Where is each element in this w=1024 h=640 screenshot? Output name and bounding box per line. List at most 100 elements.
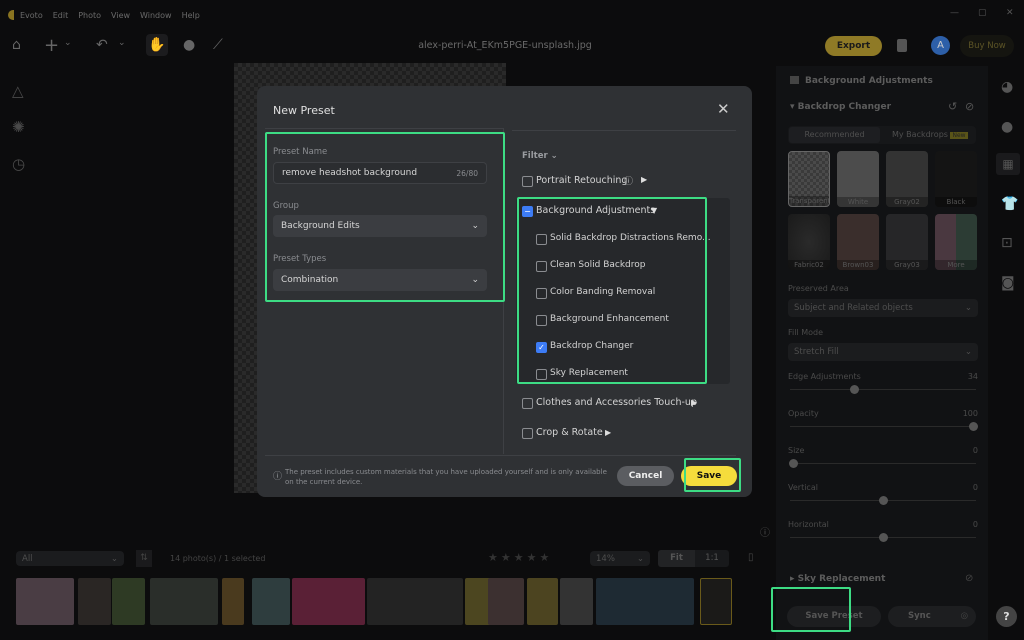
filter-dropdown[interactable]: Filter ⌄ — [522, 151, 558, 161]
background-icon[interactable]: ▦ — [996, 153, 1020, 175]
hand-tool-icon[interactable]: ✋ — [146, 34, 168, 56]
rating-stars[interactable]: ★★★★★ — [488, 551, 552, 564]
cancel-button[interactable]: Cancel — [617, 466, 674, 486]
evoto-logo-icon — [8, 10, 14, 20]
app-name: Evoto — [20, 10, 43, 20]
menu-help[interactable]: Help — [182, 11, 200, 20]
category-label[interactable]: Portrait Retouching — [536, 175, 627, 186]
zoom-select[interactable]: 14% ⌄ — [590, 551, 650, 566]
category-checkbox[interactable] — [522, 428, 533, 439]
swatch-gray02[interactable]: Gray02 — [886, 151, 928, 207]
backdrop-changer-toggle[interactable]: ▾ Backdrop Changer — [790, 102, 891, 112]
expand-arrow-icon[interactable]: ▶ — [605, 428, 611, 437]
clothes-icon[interactable]: 👕 — [1001, 196, 1018, 212]
swatch-fabric02[interactable]: Fabric02 — [788, 214, 830, 270]
slider-handle[interactable] — [969, 422, 978, 431]
swatch-transparent[interactable]: Transparent — [788, 151, 830, 207]
maximize-icon[interactable]: ▢ — [978, 8, 987, 18]
settings-icon[interactable]: ◎ — [961, 606, 968, 627]
slider-track[interactable] — [790, 385, 976, 394]
slider-track[interactable] — [790, 533, 976, 542]
expand-arrow-icon[interactable]: ▶ — [641, 175, 647, 184]
swatch-label: Black — [935, 197, 977, 207]
reset-icon[interactable]: ↺ — [948, 100, 957, 113]
add-icon[interactable]: + — [44, 35, 59, 56]
filmstrip-thumbnail[interactable] — [16, 578, 74, 625]
filter-select[interactable]: All ⌄ — [16, 551, 124, 566]
chevron-down-icon[interactable]: ⌄ — [64, 38, 72, 48]
swatch-brown03[interactable]: Brown03 — [837, 214, 879, 270]
info-icon[interactable]: ⓘ — [760, 524, 770, 539]
category-label[interactable]: Clothes and Accessories Touch-up — [536, 397, 697, 408]
swatch-black[interactable]: Black — [935, 151, 977, 207]
undo-icon[interactable]: ↶ — [96, 37, 108, 53]
category-checkbox[interactable] — [522, 176, 533, 187]
erase-icon[interactable]: ⊘ — [965, 573, 973, 584]
swatch-white[interactable]: White — [837, 151, 879, 207]
help-button[interactable]: ? — [996, 606, 1017, 627]
tab-recommended[interactable]: Recommended — [789, 127, 880, 143]
filmstrip-thumbnail[interactable] — [78, 578, 111, 625]
filmstrip-thumbnail[interactable] — [222, 578, 244, 625]
erase-icon[interactable]: ⊘ — [965, 100, 974, 113]
swatch-gray03[interactable]: Gray03 — [886, 214, 928, 270]
filmstrip-thumbnail[interactable] — [292, 578, 365, 625]
slider-handle[interactable] — [789, 459, 798, 468]
minimize-icon[interactable]: — — [950, 8, 959, 18]
menu-window[interactable]: Window — [140, 11, 172, 20]
sync-button[interactable]: Sync ◎ — [888, 606, 976, 627]
filmstrip-thumbnail[interactable] — [252, 578, 290, 625]
close-icon[interactable]: ✕ — [1006, 8, 1014, 18]
slider-track[interactable] — [790, 496, 976, 505]
effects-icon[interactable]: ✺ — [12, 118, 25, 136]
menu-view[interactable]: View — [111, 11, 130, 20]
avatar[interactable]: A — [931, 36, 950, 55]
filmstrip-thumbnail[interactable] — [560, 578, 593, 625]
sky-replacement-toggle[interactable]: ▸ Sky Replacement — [790, 574, 885, 584]
face-icon[interactable]: ● — [1001, 119, 1013, 135]
filmstrip-thumbnail[interactable] — [150, 578, 218, 625]
buy-now-button[interactable]: Buy Now — [960, 35, 1014, 57]
filmstrip-thumbnail[interactable] — [488, 578, 524, 625]
slider-handle[interactable] — [879, 496, 888, 505]
chevron-down-icon[interactable]: ⌄ — [118, 38, 126, 48]
filmstrip-thumbnail[interactable] — [367, 578, 463, 625]
category-checkbox[interactable] — [522, 398, 533, 409]
bandage-icon[interactable]: ⟋ — [213, 37, 223, 53]
highlight-box — [771, 587, 851, 632]
brush-icon[interactable]: ● — [183, 37, 195, 53]
ai-edit-icon[interactable]: △ — [12, 82, 24, 100]
filmstrip-thumbnail[interactable] — [596, 578, 694, 625]
tab-my-backdrops[interactable]: My Backdrops New — [892, 130, 968, 139]
filmstrip-thumbnail[interactable] — [527, 578, 558, 625]
sort-icon[interactable]: ⇅ — [136, 550, 152, 567]
slider-handle[interactable] — [879, 533, 888, 542]
swatch-label: Gray02 — [886, 197, 928, 207]
expand-arrow-icon[interactable]: ▶ — [691, 398, 697, 407]
menu-edit[interactable]: Edit — [53, 11, 69, 20]
help-circle-icon[interactable]: ⓘ — [624, 174, 633, 187]
panel-toggle-icon[interactable]: ▯ — [748, 552, 754, 563]
filmstrip-thumbnail[interactable] — [112, 578, 145, 625]
compare-icon[interactable] — [897, 39, 907, 52]
filmstrip-thumbnail[interactable] — [700, 578, 732, 625]
fill-mode-select[interactable]: Stretch Fill ⌄ — [788, 343, 978, 361]
crop-icon[interactable]: ⊡ — [1001, 235, 1013, 251]
slider-label: Edge Adjustments — [788, 372, 861, 381]
home-icon[interactable]: ⌂ — [12, 37, 21, 53]
palette-icon[interactable]: ◕ — [1001, 79, 1013, 95]
camera-icon[interactable]: ◙ — [1001, 275, 1015, 291]
swatch-more[interactable]: More — [935, 214, 977, 270]
category-label[interactable]: Crop & Rotate — [536, 427, 603, 438]
chevron-down-icon: ⌄ — [636, 553, 644, 564]
fit-button[interactable]: Fit — [658, 550, 695, 567]
menu-photo[interactable]: Photo — [78, 11, 101, 20]
preserved-area-select[interactable]: Subject and Related objects ⌄ — [788, 299, 978, 317]
one-to-one-button[interactable]: 1:1 — [695, 550, 729, 567]
close-icon[interactable]: ✕ — [717, 100, 730, 118]
slider-track[interactable] — [790, 422, 978, 431]
history-icon[interactable]: ◷ — [12, 155, 25, 173]
fill-mode-label: Fill Mode — [788, 328, 824, 337]
export-button[interactable]: Export — [825, 36, 882, 56]
slider-track[interactable] — [789, 459, 976, 468]
